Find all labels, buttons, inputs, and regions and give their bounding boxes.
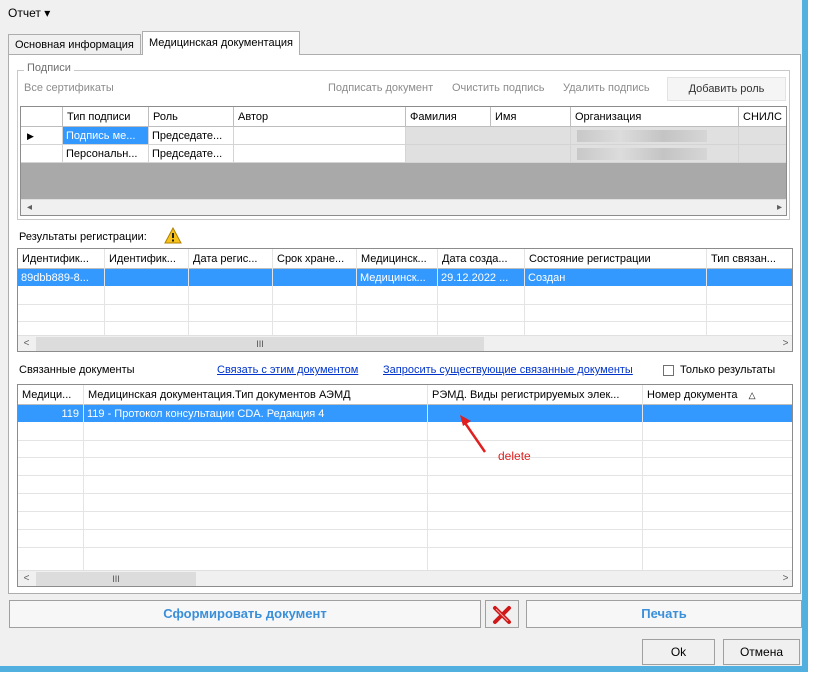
registration-label: Результаты регистрации:	[19, 231, 147, 243]
row-header	[21, 145, 63, 163]
request-linked-docs-link[interactable]: Запросить существующие связанные докумен…	[383, 364, 633, 376]
annotation-arrow-icon	[460, 415, 487, 453]
medical-cell[interactable]: Медицинск...	[357, 269, 438, 287]
scroll-left-icon[interactable]: <	[18, 336, 35, 351]
col-signature-type[interactable]: Тип подписи	[63, 107, 149, 127]
aemd-type-cell[interactable]: 119 - Протокол консультации CDA. Редакци…	[84, 405, 428, 423]
clear-signature-button[interactable]: Очистить подпись	[452, 82, 545, 94]
col-document-number[interactable]: Номер документа △	[643, 385, 792, 405]
linked-docs-grid[interactable]: Медици... Медицинская документация.Тип д…	[17, 384, 793, 587]
created-date-cell[interactable]: 29.12.2022 ...	[438, 269, 525, 287]
col-identifier-1[interactable]: Идентифик...	[18, 249, 105, 269]
col-storage-period[interactable]: Срок хране...	[273, 249, 357, 269]
document-number-cell[interactable]	[643, 405, 792, 423]
row-header-corner	[21, 107, 63, 127]
organization-cell	[571, 127, 739, 145]
col-medical-num[interactable]: Медици...	[18, 385, 84, 405]
col-author[interactable]: Автор	[234, 107, 406, 127]
scroll-right-icon[interactable]: >	[777, 336, 792, 351]
col-link-type[interactable]: Тип связан...	[707, 249, 792, 269]
identifier-cell[interactable]: 89dbb889-8...	[18, 269, 105, 287]
registration-grid[interactable]: Идентифик... Идентифик... Дата регис... …	[17, 248, 793, 352]
document-number-label: Номер документа	[647, 389, 738, 401]
registration-state-cell[interactable]: Создан	[525, 269, 707, 287]
scroll-left-icon[interactable]: <	[18, 571, 35, 586]
linked-docs-hscroll[interactable]: < III >	[18, 570, 792, 586]
tab-medical-docs[interactable]: Медицинская документация	[142, 31, 300, 55]
signature-type-cell[interactable]: Персональн...	[63, 145, 149, 163]
report-menu[interactable]: Отчет ▾	[8, 6, 50, 20]
col-role[interactable]: Роль	[149, 107, 234, 127]
col-name[interactable]: Имя	[491, 107, 571, 127]
scroll-right-icon[interactable]: ▸	[771, 200, 786, 215]
signature-type-cell[interactable]: Подпись ме...	[63, 127, 149, 145]
col-surname[interactable]: Фамилия	[406, 107, 491, 127]
delete-document-button[interactable]	[485, 600, 519, 628]
surname-name-cell	[406, 145, 571, 163]
col-remd-kinds[interactable]: РЭМД. Виды регистрируемых элек...	[428, 385, 643, 405]
col-snils[interactable]: СНИЛС	[739, 107, 786, 127]
signatures-legend: Подписи	[24, 62, 74, 74]
current-row-arrow-icon: ▶	[21, 127, 63, 145]
link-this-document-link[interactable]: Связать с этим документом	[217, 364, 358, 376]
linked-docs-label: Связанные документы	[19, 364, 135, 376]
scroll-thumb[interactable]: III	[36, 337, 484, 351]
only-results-checkbox[interactable]	[663, 365, 674, 376]
cancel-button[interactable]: Отмена	[723, 639, 800, 665]
snils-cell	[739, 127, 786, 145]
author-cell[interactable]	[234, 127, 406, 145]
delete-x-icon	[493, 606, 511, 624]
dropdown-arrow-icon: ▾	[44, 6, 51, 20]
add-role-button[interactable]: Добавить роль	[667, 77, 786, 101]
author-cell[interactable]	[234, 145, 406, 163]
role-cell[interactable]: Председате...	[149, 127, 234, 145]
col-identifier-2[interactable]: Идентифик...	[105, 249, 189, 269]
col-registration-date[interactable]: Дата регис...	[189, 249, 273, 269]
delete-signature-button[interactable]: Удалить подпись	[563, 82, 650, 94]
sign-document-button[interactable]: Подписать документ	[328, 82, 433, 94]
col-created-date[interactable]: Дата созда...	[438, 249, 525, 269]
col-registration-state[interactable]: Состояние регистрации	[525, 249, 707, 269]
registration-hscroll[interactable]: < III >	[18, 335, 792, 351]
storage-period-cell[interactable]	[273, 269, 357, 287]
print-button[interactable]: Печать	[526, 600, 802, 628]
report-menu-label: Отчет	[8, 6, 41, 20]
delete-annotation: delete	[498, 449, 531, 463]
link-type-cell[interactable]	[707, 269, 792, 287]
registration-date-cell[interactable]	[189, 269, 273, 287]
role-cell[interactable]: Председате...	[149, 145, 234, 163]
redacted-block	[577, 130, 707, 142]
scroll-right-icon[interactable]: >	[777, 571, 792, 586]
signatures-hscroll[interactable]: ◂ ▸	[21, 199, 786, 215]
tab-main-info[interactable]: Основная информация	[8, 34, 141, 54]
generate-document-button[interactable]: Сформировать документ	[9, 600, 481, 628]
col-medical[interactable]: Медицинск...	[357, 249, 438, 269]
redacted-block	[577, 148, 707, 160]
only-results-label: Только результаты	[680, 364, 776, 376]
signatures-grid[interactable]: Тип подписи Роль Автор Фамилия Имя Орган…	[20, 106, 787, 216]
ok-button[interactable]: Ok	[642, 639, 715, 665]
scroll-thumb[interactable]: III	[36, 572, 196, 586]
all-certificates-button[interactable]: Все сертификаты	[24, 82, 114, 94]
empty-grid-area	[21, 163, 786, 199]
identifier-2-cell[interactable]	[105, 269, 189, 287]
medical-num-cell[interactable]: 119	[18, 405, 84, 423]
col-aemd-type[interactable]: Медицинская документация.Тип документов …	[84, 385, 428, 405]
scroll-left-icon[interactable]: ◂	[21, 200, 38, 215]
col-organization[interactable]: Организация	[571, 107, 739, 127]
surname-name-cell	[406, 127, 571, 145]
organization-cell	[571, 145, 739, 163]
triangle-up-icon: △	[748, 390, 756, 400]
snils-cell	[739, 145, 786, 163]
warning-icon	[164, 226, 182, 247]
